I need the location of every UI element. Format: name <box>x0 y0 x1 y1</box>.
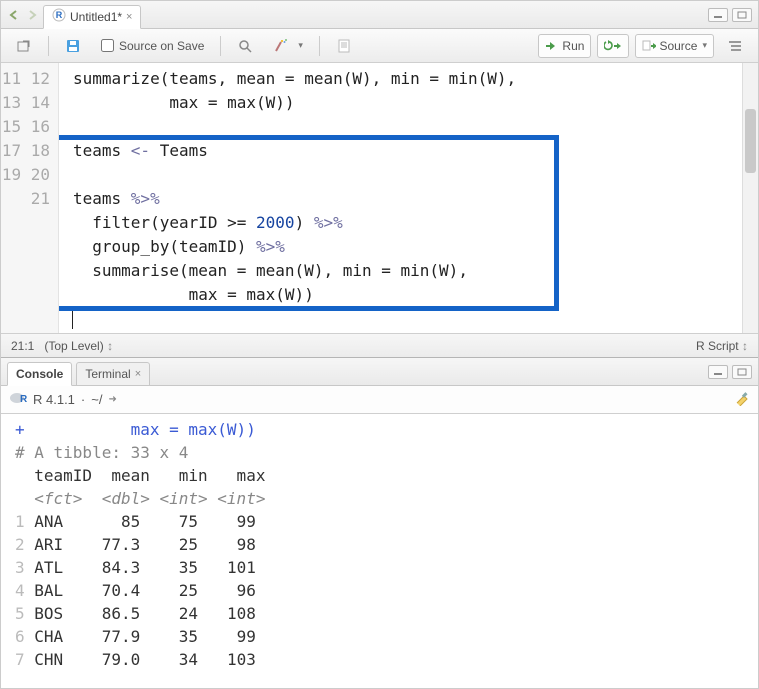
console-path-bar: R R 4.1.1 · ~/ ➜ <box>1 386 758 414</box>
save-button[interactable] <box>58 34 88 58</box>
tibble-header: # A tibble: 33 x 4 <box>15 443 188 462</box>
nav-back-icon[interactable] <box>7 8 21 22</box>
line-number-gutter: 11 12 13 14 15 16 17 18 19 20 21 <box>1 63 59 333</box>
table-row: 7 CHN 79.0 34 103 <box>15 650 256 669</box>
pane-window-buttons <box>708 365 752 379</box>
code-line: summarize(teams, mean = mean(W), min = m… <box>73 69 516 88</box>
minimize-pane-button[interactable] <box>708 8 728 22</box>
editor[interactable]: 11 12 13 14 15 16 17 18 19 20 21 summari… <box>1 63 758 333</box>
table-row: 6 CHA 77.9 35 99 <box>15 627 256 646</box>
maximize-pane-button[interactable] <box>732 365 752 379</box>
minimize-pane-button[interactable] <box>708 365 728 379</box>
table-row: 2 ARI 77.3 25 98 <box>15 535 256 554</box>
maximize-pane-button[interactable] <box>732 8 752 22</box>
pane-window-buttons <box>708 8 752 22</box>
close-icon[interactable]: × <box>135 368 141 380</box>
r-logo-icon: R <box>9 391 27 408</box>
toolbar-separator <box>48 36 49 56</box>
code-line: teams <- Teams <box>73 141 208 160</box>
svg-text:R: R <box>20 394 27 405</box>
tab-label: Console <box>16 367 63 381</box>
table-row: 5 BOS 86.5 24 108 <box>15 604 256 623</box>
nav-fwd-icon[interactable] <box>25 8 39 22</box>
source-on-save-toggle[interactable]: Source on Save <box>94 34 211 58</box>
svg-text:R: R <box>56 10 63 20</box>
console-truncated: max = max(W)) <box>34 420 256 439</box>
table-row: 4 BAL 70.4 25 96 <box>15 581 256 600</box>
table-row: 3 ATL 84.3 35 101 <box>15 558 256 577</box>
scrollbar-thumb[interactable] <box>745 109 756 173</box>
run-label: Run <box>562 39 584 53</box>
text-cursor <box>72 311 73 329</box>
code-line: summarise(mean = mean(W), min = min(W), <box>73 261 468 280</box>
cursor-position: 21:1 <box>11 339 34 353</box>
compile-report-button[interactable] <box>329 34 359 58</box>
tab-console[interactable]: Console <box>7 362 72 386</box>
find-button[interactable] <box>230 34 260 58</box>
chevron-down-icon: ▾ <box>702 40 707 51</box>
console-output[interactable]: + max = max(W)) # A tibble: 33 x 4 teamI… <box>1 414 758 688</box>
tab-untitled1[interactable]: R Untitled1* × <box>43 5 141 29</box>
source-toolbar: Source on Save ▾ Run Source ▾ <box>1 29 758 63</box>
code-line: filter(yearID >= 2000) %>% <box>73 213 343 232</box>
r-version-label: R 4.1.1 <box>33 392 75 407</box>
run-button[interactable]: Run <box>538 34 591 58</box>
editor-scrollbar[interactable] <box>742 63 758 333</box>
code-line: teams %>% <box>73 189 160 208</box>
source-button[interactable]: Source ▾ <box>635 34 714 58</box>
code-line: group_by(teamID) %>% <box>73 237 285 256</box>
source-btn-label: Source <box>659 39 697 53</box>
outline-button[interactable] <box>720 34 750 58</box>
r-file-icon: R <box>52 8 66 25</box>
working-dir: ~/ <box>91 392 102 407</box>
tab-label: Terminal <box>85 367 130 381</box>
close-icon[interactable]: × <box>126 11 132 23</box>
toolbar-separator <box>319 36 320 56</box>
path-go-icon[interactable]: ➜ <box>108 394 116 405</box>
rerun-button[interactable] <box>597 34 629 58</box>
language-selector[interactable]: R Script <box>696 339 748 353</box>
clear-console-icon[interactable] <box>734 390 750 409</box>
toolbar-separator <box>220 36 221 56</box>
source-on-save-label: Source on Save <box>119 39 204 53</box>
path-separator: · <box>81 392 85 407</box>
table-row: 1 ANA 85 75 99 <box>15 512 256 531</box>
source-pane: R Untitled1* × Source on Save ▾ <box>1 1 758 358</box>
tab-terminal[interactable]: Terminal × <box>76 362 150 386</box>
tibble-col-header: teamID mean min max <box>15 466 265 485</box>
code-line: max = max(W)) <box>73 93 295 112</box>
code-tools-button[interactable]: ▾ <box>266 34 310 58</box>
scope-selector[interactable]: (Top Level) <box>44 339 113 353</box>
source-tab-bar: R Untitled1* × <box>1 1 758 29</box>
console-pane: Console Terminal × R R 4.1.1 · ~/ ➜ + ma… <box>1 358 758 688</box>
show-in-new-window-button[interactable] <box>9 34 39 58</box>
tab-label: Untitled1* <box>70 10 122 24</box>
code-area[interactable]: summarize(teams, mean = mean(W), min = m… <box>59 63 742 333</box>
console-tab-bar: Console Terminal × <box>1 358 758 386</box>
source-on-save-checkbox[interactable] <box>101 39 114 52</box>
chevron-down-icon: ▾ <box>298 40 303 51</box>
console-prev-plus: + <box>15 420 34 439</box>
tibble-col-types: <fct> <dbl> <int> <int> <box>15 489 265 508</box>
editor-status-bar: 21:1 (Top Level) R Script <box>1 333 758 357</box>
code-line: max = max(W)) <box>73 285 314 304</box>
